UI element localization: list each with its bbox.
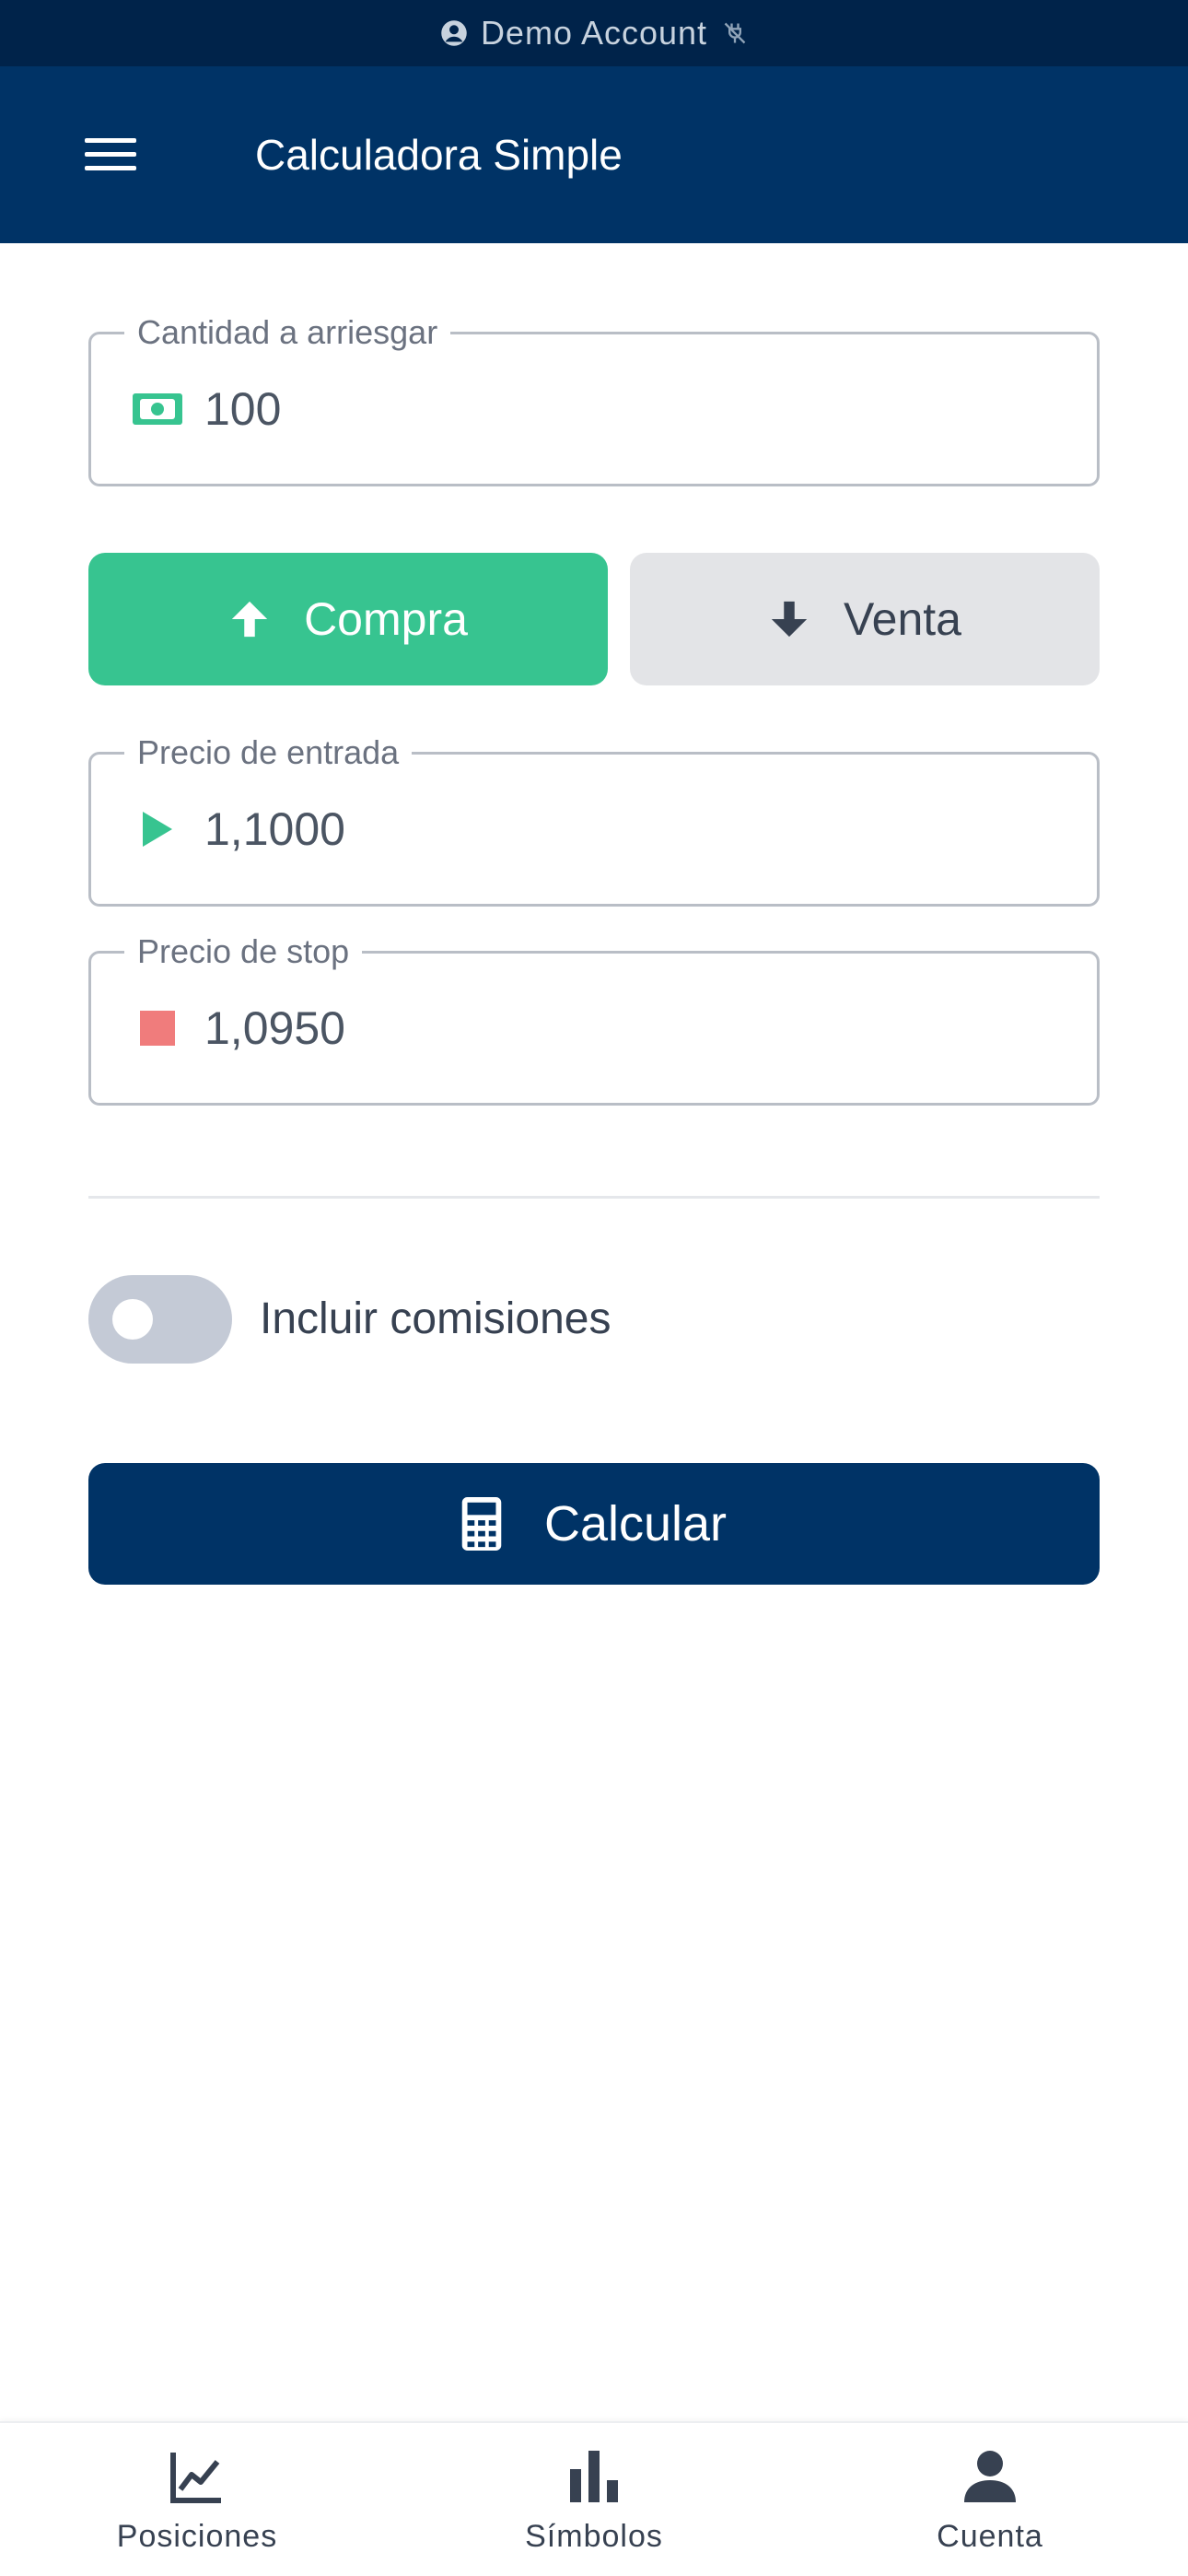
menu-icon <box>85 138 136 170</box>
nav-label-symbols: Símbolos <box>525 2518 663 2554</box>
bar-chart-icon <box>570 2450 618 2502</box>
stop-price-input[interactable]: 1,0950 <box>204 1001 345 1055</box>
toggle-knob <box>112 1299 153 1340</box>
risk-amount-input[interactable]: 100 <box>204 382 281 436</box>
commissions-label: Incluir comisiones <box>260 1294 611 1343</box>
risk-amount-label: Cantidad a arriesgar <box>124 312 451 353</box>
stop-icon <box>130 1001 185 1056</box>
money-bill-icon <box>130 381 185 437</box>
account-label: Demo Account <box>480 14 708 52</box>
buy-button[interactable]: Compra <box>88 553 608 685</box>
plug-off-icon <box>724 22 746 44</box>
sell-button[interactable]: Venta <box>630 553 1100 685</box>
play-icon <box>130 802 185 857</box>
buy-label: Compra <box>304 593 468 645</box>
commissions-toggle[interactable] <box>88 1275 232 1364</box>
nav-item-positions[interactable]: Posiciones <box>45 2423 349 2576</box>
stop-price-label: Precio de stop <box>124 931 363 972</box>
app-bar: Calculadora Simple <box>0 66 1188 243</box>
divider <box>88 1196 1100 1199</box>
arrow-down-icon <box>771 601 808 638</box>
bottom-nav: Posiciones Símbolos Cuenta <box>0 2421 1188 2576</box>
nav-item-symbols[interactable]: Símbolos <box>442 2423 746 2576</box>
menu-button[interactable] <box>64 109 157 201</box>
entry-price-field[interactable]: Precio de entrada 1,1000 <box>88 732 1100 907</box>
sell-label: Venta <box>844 593 961 645</box>
user-circle-icon <box>441 20 467 46</box>
entry-price-input[interactable]: 1,1000 <box>204 802 345 856</box>
page-title: Calculadora Simple <box>255 131 623 179</box>
stop-price-field[interactable]: Precio de stop 1,0950 <box>88 931 1100 1106</box>
arrow-up-icon <box>231 601 268 638</box>
demo-account-bar: Demo Account <box>0 0 1188 66</box>
calculate-button[interactable]: Calcular <box>88 1463 1100 1585</box>
calculator-icon <box>461 1497 502 1551</box>
line-chart-icon <box>170 2452 221 2503</box>
calculate-label: Calcular <box>543 1496 728 1551</box>
nav-item-account[interactable]: Cuenta <box>838 2423 1142 2576</box>
person-icon <box>964 2450 1016 2502</box>
nav-label-positions: Posiciones <box>116 2518 278 2554</box>
risk-amount-field[interactable]: Cantidad a arriesgar 100 <box>88 312 1100 486</box>
nav-label-account: Cuenta <box>937 2518 1043 2554</box>
entry-price-label: Precio de entrada <box>124 732 413 773</box>
